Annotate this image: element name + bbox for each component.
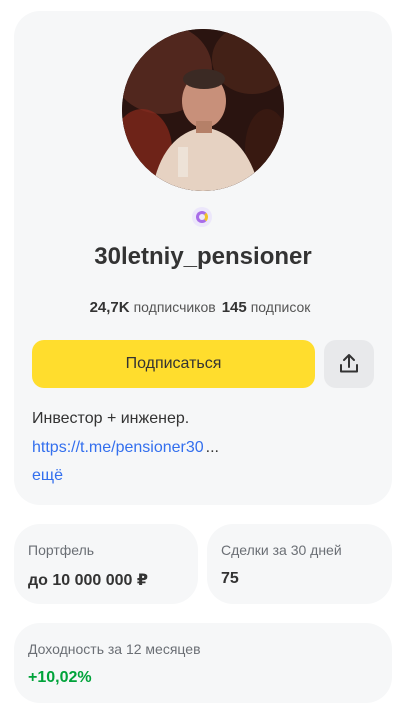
deals-card: Сделки за 30 дней 75	[207, 524, 392, 604]
portfolio-card: Портфель до 10 000 000 ₽	[14, 524, 198, 604]
bio-link[interactable]: https://t.me/pensioner30	[32, 439, 204, 456]
bio-text: Инвестор + инженер.	[32, 410, 190, 427]
avatar[interactable]	[122, 29, 284, 191]
avatar-photo	[122, 29, 284, 191]
portfolio-title: Портфель	[28, 542, 95, 558]
bio-link-row: https://t.me/pensioner30...	[32, 439, 219, 457]
followers-count[interactable]: 24,7K	[90, 299, 130, 316]
followers-label[interactable]: подписчиков	[134, 299, 216, 315]
deals-title: Сделки за 30 дней	[221, 542, 342, 558]
profile-card: 30letniy_pensioner 24,7K подписчиков 145 по…	[14, 11, 392, 505]
yield-card: Доходность за 12 месяцев +10,02%	[14, 623, 392, 703]
verified-badge-icon	[192, 207, 212, 227]
yield-title: Доходность за 12 месяцев	[28, 641, 201, 657]
deals-value: 75	[221, 570, 239, 587]
profile-username: 30letniy_pensioner	[94, 243, 312, 270]
subscribe-button[interactable]: Подписаться	[32, 340, 315, 388]
portfolio-value: до 10 000 000 ₽	[28, 572, 149, 589]
following-label[interactable]: подписок	[251, 299, 311, 315]
bio-ellipsis: ...	[205, 439, 219, 456]
yield-value: +10,02%	[28, 669, 92, 686]
share-icon	[340, 354, 358, 373]
show-more-link[interactable]: ещё	[32, 467, 63, 485]
profile-stats: 24,7K подписчиков 145 подписок	[14, 299, 392, 316]
share-button[interactable]	[324, 340, 374, 388]
following-count[interactable]: 145	[222, 299, 247, 316]
